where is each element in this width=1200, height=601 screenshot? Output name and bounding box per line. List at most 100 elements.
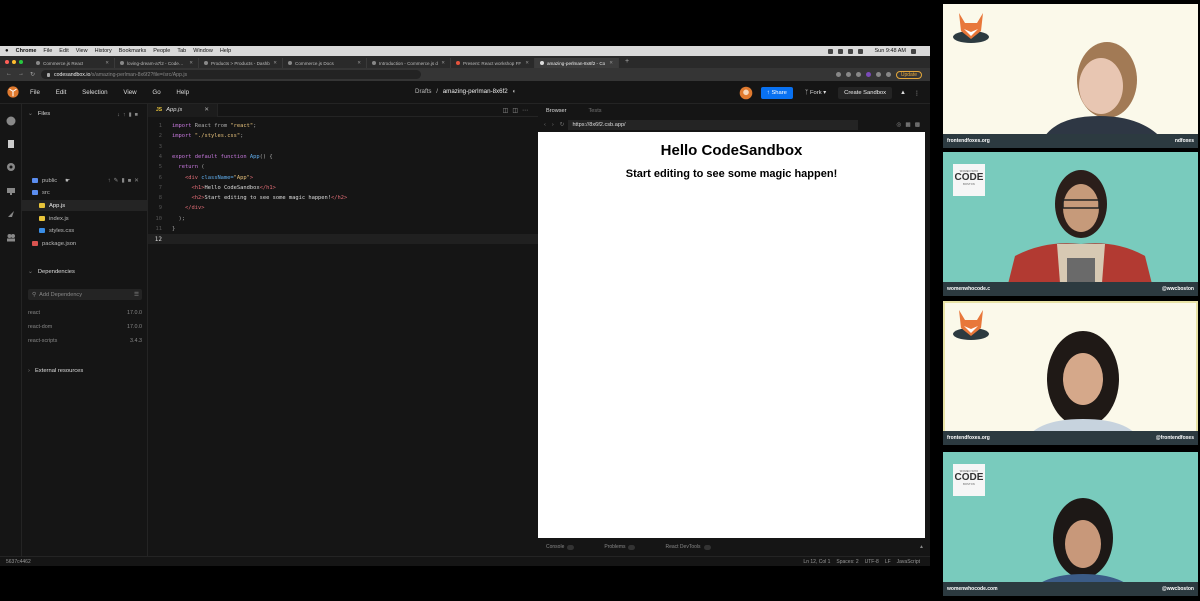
sandbox-name[interactable]: amazing-perlman-8x6f2 <box>443 88 508 95</box>
problems-tab[interactable]: Problems <box>604 544 636 550</box>
csb-menu-go[interactable]: Go <box>152 89 160 96</box>
breadcrumb-folder[interactable]: Drafts <box>415 88 432 95</box>
files-header[interactable]: ⌄ Files <box>28 111 50 117</box>
dropbox-icon[interactable] <box>827 48 833 54</box>
code-line[interactable]: 10 ); <box>148 214 538 224</box>
csb-menu-view[interactable]: View <box>123 89 136 96</box>
code-line[interactable]: 3 <box>148 142 538 152</box>
menu-window[interactable]: Window <box>193 48 213 54</box>
menu-history[interactable]: History <box>95 48 112 54</box>
volume-icon[interactable] <box>857 48 863 54</box>
deployment-icon[interactable] <box>6 186 16 196</box>
code-line[interactable]: 2 import "./styles.css"; <box>148 131 538 141</box>
share-button[interactable]: ↑ Share <box>760 87 793 99</box>
url-field[interactable]: codesandbox.io/s/amazing-perlman-8x6f2?f… <box>41 70 422 79</box>
react-devtools-tab[interactable]: React DevTools <box>665 544 711 550</box>
menu-tab[interactable]: Tab <box>177 48 186 54</box>
extension-icon[interactable] <box>835 72 841 77</box>
profile-icon[interactable] <box>865 72 871 77</box>
expand-panel-icon[interactable]: ▲ <box>919 544 924 550</box>
code-line[interactable]: 9 </div> <box>148 203 538 213</box>
indentation[interactable]: Spaces: 2 <box>836 559 858 565</box>
dependency-row[interactable]: react-scripts 3.4.3 <box>28 338 142 344</box>
battery-icon[interactable] <box>837 48 843 54</box>
live-users-icon[interactable] <box>6 232 16 242</box>
code-line[interactable]: 11} <box>148 224 538 234</box>
file-explorer-icon[interactable] <box>6 139 16 149</box>
toggle-preview-icon[interactable]: ◫ <box>512 108 522 114</box>
code-line[interactable]: 6 <div className= "App" > <box>148 173 538 183</box>
wifi-icon[interactable] <box>847 48 853 54</box>
browser-tab[interactable]: Present: React workshop FF ✕ <box>451 58 535 68</box>
close-window-icon[interactable] <box>5 60 9 64</box>
code-line[interactable]: 8 <h2> Start editing to see some magic ha… <box>148 193 538 203</box>
back-icon[interactable]: ← <box>6 71 12 78</box>
close-tab-icon[interactable]: ✕ <box>105 60 109 66</box>
close-tab-icon[interactable]: ✕ <box>273 60 277 66</box>
menu-bookmarks[interactable]: Bookmarks <box>119 48 147 54</box>
close-tab-icon[interactable]: ✕ <box>609 60 613 66</box>
preview-tab-tests[interactable]: Tests <box>589 108 602 114</box>
info-icon[interactable] <box>6 116 16 126</box>
reload-icon[interactable]: ↻ <box>560 122 565 128</box>
extension-icon[interactable] <box>845 72 851 77</box>
browser-tab[interactable]: loving-dream-a7l2 - CodeSan ✕ <box>115 58 199 68</box>
csb-menu-help[interactable]: Help <box>176 89 189 96</box>
minimize-window-icon[interactable] <box>12 60 16 64</box>
cursor-position[interactable]: Ln 12, Col 1 <box>803 559 830 565</box>
browser-tab[interactable]: Introduction - Commerce.js d ✕ <box>367 58 451 68</box>
dependency-row[interactable]: react-dom 17.0.0 <box>28 324 142 330</box>
menu-edit[interactable]: Edit <box>59 48 68 54</box>
split-editor-icon[interactable]: ◫ <box>503 108 513 114</box>
browser-tab[interactable]: Products > Products - Dashb ✕ <box>199 58 283 68</box>
external-resources-header[interactable]: › External resources <box>28 368 83 374</box>
browser-tab[interactable]: Commerce.js Docs ✕ <box>283 58 367 68</box>
forward-icon[interactable]: › <box>552 122 554 128</box>
new-tab-icon[interactable]: + <box>619 58 635 68</box>
fork-button[interactable]: ᛉ Fork ▾ <box>801 87 830 99</box>
close-tab-icon[interactable]: ✕ <box>441 60 445 66</box>
notifications-icon[interactable]: ▲ <box>900 90 906 96</box>
dependencies-header[interactable]: ⌄ Dependencies <box>28 269 75 275</box>
responsive-icon[interactable]: ▩ <box>915 122 924 128</box>
console-tab[interactable]: Console <box>546 544 575 550</box>
more-menu-icon[interactable]: ⋮ <box>914 90 920 97</box>
maximize-window-icon[interactable] <box>19 60 23 64</box>
extension-icon[interactable] <box>885 72 891 77</box>
tree-item-public[interactable]: public ☛ ↑✎▮■✕ <box>22 175 148 186</box>
folder-actions[interactable]: ↑✎▮■✕ <box>108 178 142 184</box>
open-new-window-icon[interactable]: ▩ <box>905 122 914 128</box>
codesandbox-logo-icon[interactable] <box>6 85 20 99</box>
user-avatar[interactable] <box>739 86 753 100</box>
encoding[interactable]: UTF-8 <box>865 559 879 565</box>
browser-tab-active[interactable]: amazing-perlman-8x6f2 - Co ✕ <box>535 58 619 68</box>
code-line[interactable]: 12 <box>148 234 538 245</box>
editor-tab-app-js[interactable]: JS App.js ✕ <box>148 103 219 117</box>
create-sandbox-button[interactable]: Create Sandbox <box>838 87 893 99</box>
code-line[interactable]: 1 import React from "react"; <box>148 121 538 131</box>
dependency-row[interactable]: react 17.0.0 <box>28 310 142 316</box>
preview-url-field[interactable]: https://8x6f2.csb.app/ <box>568 120 859 130</box>
code-line[interactable]: 4 export default function App() { <box>148 152 538 162</box>
rocket-icon[interactable] <box>6 209 16 219</box>
tree-item-index-js[interactable]: index.js <box>22 213 148 224</box>
update-button[interactable]: Update <box>895 70 922 79</box>
apple-icon[interactable]: ● <box>5 48 9 54</box>
close-tab-icon[interactable]: ✕ <box>357 60 361 66</box>
more-actions-icon[interactable]: ⋯ <box>522 108 532 114</box>
forward-icon[interactable]: → <box>18 71 24 78</box>
back-icon[interactable]: ‹ <box>544 122 546 128</box>
tree-item-styles-css[interactable]: styles.css <box>22 225 148 236</box>
code-line[interactable]: 5 return ( <box>148 162 538 172</box>
menu-file[interactable]: File <box>43 48 52 54</box>
menu-view[interactable]: View <box>76 48 88 54</box>
dependency-list-icon[interactable]: ☰ <box>134 292 139 298</box>
gear-icon[interactable] <box>6 162 16 172</box>
language-mode[interactable]: JavaScript <box>897 559 920 565</box>
menu-help[interactable]: Help <box>220 48 231 54</box>
new-folder-icon[interactable]: ■ <box>135 112 141 118</box>
tree-item-package-json[interactable]: package.json <box>22 238 148 249</box>
close-tab-icon[interactable]: ✕ <box>204 107 209 113</box>
preview-tab-browser[interactable]: Browser <box>546 108 567 114</box>
extension-icon[interactable] <box>875 72 881 77</box>
